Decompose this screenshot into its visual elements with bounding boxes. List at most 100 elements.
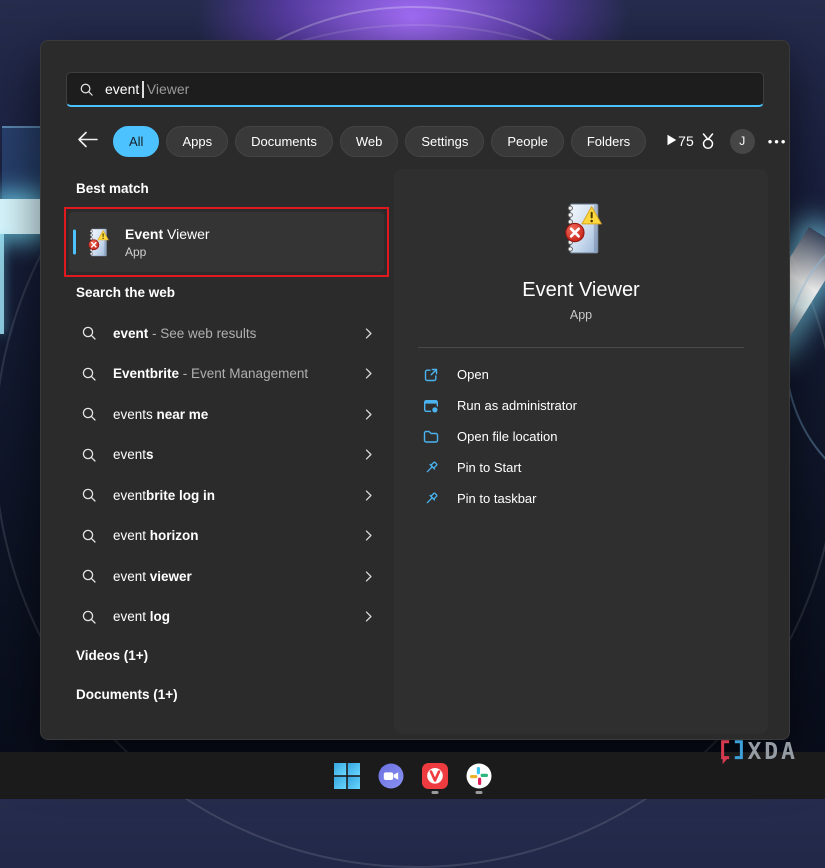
filter-tab-apps[interactable]: Apps <box>166 126 228 157</box>
chevron-right-icon <box>362 489 375 502</box>
filter-tab-folders[interactable]: Folders <box>571 126 646 157</box>
xda-text: XDA <box>747 739 798 765</box>
web-suggestion-row[interactable]: events near me <box>64 394 389 435</box>
web-suggestion-row[interactable]: event viewer <box>64 556 389 597</box>
videos-section-header: Videos (1+) <box>76 648 148 663</box>
best-match-title: Event Viewer <box>125 226 210 242</box>
open-file-location-icon <box>423 429 439 445</box>
suggestion-text: events <box>113 447 154 462</box>
search-icon <box>81 568 97 584</box>
action-open[interactable]: Open <box>423 359 744 390</box>
taskbar <box>0 752 825 799</box>
event-viewer-icon-large <box>557 199 606 258</box>
suggestion-text: event - See web results <box>113 326 256 341</box>
search-input[interactable]: eventViewer <box>66 72 764 107</box>
wallpaper-neon-rectangle <box>2 126 40 202</box>
back-arrow-icon <box>77 131 99 148</box>
web-suggestion-row[interactable]: Eventbrite - Event Management <box>64 354 389 395</box>
vivaldi-icon <box>422 763 448 789</box>
slack-icon <box>466 763 492 789</box>
selection-accent <box>73 230 76 255</box>
taskbar-chat-button[interactable] <box>377 756 405 796</box>
avatar-initial: J <box>739 134 745 148</box>
filter-tab-settings[interactable]: Settings <box>405 126 484 157</box>
web-suggestion-row[interactable]: event - See web results <box>64 313 389 354</box>
web-suggestions: event - See web results Eventbrite - Even… <box>64 313 389 637</box>
result-preview-panel: Event Viewer App Open Run as administrato… <box>394 169 768 734</box>
filter-tab-documents[interactable]: Documents <box>235 126 333 157</box>
best-match-result[interactable]: Event Viewer App <box>69 212 384 272</box>
chevron-right-icon <box>362 529 375 542</box>
search-suggestion-text: Viewer <box>147 81 190 97</box>
documents-section-header: Documents (1+) <box>76 687 178 702</box>
taskbar-vivaldi-button[interactable] <box>421 756 449 796</box>
user-avatar[interactable]: J <box>730 129 755 154</box>
taskbar-slack-button[interactable] <box>465 756 493 796</box>
play-icon <box>664 133 678 147</box>
best-match-header: Best match <box>76 181 149 196</box>
web-suggestion-row[interactable]: eventbrite log in <box>64 475 389 516</box>
web-suggestion-row[interactable]: event log <box>64 597 389 638</box>
pin-to-start-icon <box>423 460 439 476</box>
more-options-button[interactable]: ••• <box>768 134 788 149</box>
filter-tab-people[interactable]: People <box>491 126 563 157</box>
xda-brackets-icon <box>717 737 747 767</box>
best-match-text: Event Viewer App <box>125 226 210 259</box>
search-icon <box>81 487 97 503</box>
search-icon <box>79 82 94 97</box>
chat-icon <box>378 763 404 789</box>
wallpaper-neon-band-left <box>0 199 40 234</box>
best-match-subtitle: App <box>125 245 210 259</box>
search-icon <box>81 447 97 463</box>
xda-watermark: XDA <box>717 737 798 767</box>
action-open-file-location[interactable]: Open file location <box>423 421 744 452</box>
filter-tabs: AllAppsDocumentsWebSettingsPeople Folders <box>113 126 646 157</box>
preview-title: Event Viewer <box>522 279 639 302</box>
chevron-right-icon <box>362 408 375 421</box>
suggestion-text: event viewer <box>113 569 192 584</box>
search-icon <box>81 609 97 625</box>
preview-actions: Open Run as administrator Open file locati… <box>394 348 768 514</box>
back-button[interactable] <box>77 130 99 152</box>
search-icon <box>81 528 97 544</box>
windows-icon <box>334 763 360 789</box>
filter-tab-web[interactable]: Web <box>340 126 399 157</box>
search-icon <box>81 325 97 341</box>
open-icon <box>423 367 439 383</box>
search-icon <box>81 366 97 382</box>
web-suggestion-row[interactable]: events <box>64 435 389 476</box>
web-suggestion-row[interactable]: event horizon <box>64 516 389 557</box>
chevron-right-icon <box>362 367 375 380</box>
suggestion-text: eventbrite log in <box>113 488 215 503</box>
rewards-points: 75 <box>678 133 694 149</box>
event-viewer-icon <box>84 226 111 259</box>
filter-tab-all[interactable]: All <box>113 126 159 157</box>
search-the-web-header: Search the web <box>76 285 175 300</box>
filter-bar: AllAppsDocumentsWebSettingsPeople Folders… <box>77 125 769 157</box>
action-pin-to-start[interactable]: Pin to Start <box>423 452 744 483</box>
taskbar-windows-button[interactable] <box>333 756 361 796</box>
suggestion-text: event log <box>113 609 170 624</box>
running-indicator <box>431 791 438 794</box>
header-right-cluster: 75 J ••• <box>678 129 787 154</box>
search-flyout-panel: eventViewer AllAppsDocumentsWebSettingsP… <box>40 40 790 740</box>
rewards-button[interactable]: 75 <box>678 132 717 150</box>
running-indicator <box>475 791 482 794</box>
wallpaper-neon-line <box>0 234 4 334</box>
action-pin-to-taskbar[interactable]: Pin to taskbar <box>423 483 744 514</box>
text-cursor <box>142 81 144 98</box>
preview-subtitle: App <box>570 308 592 322</box>
action-label: Pin to taskbar <box>457 491 537 506</box>
action-label: Pin to Start <box>457 460 521 475</box>
action-label: Open <box>457 367 489 382</box>
suggestion-text: Eventbrite - Event Management <box>113 366 308 381</box>
action-run-as-administrator[interactable]: Run as administrator <box>423 390 744 421</box>
scroll-filters-button[interactable] <box>664 133 678 149</box>
chevron-right-icon <box>362 570 375 583</box>
chevron-right-icon <box>362 327 375 340</box>
action-label: Run as administrator <box>457 398 577 413</box>
action-label: Open file location <box>457 429 557 444</box>
search-icon <box>81 406 97 422</box>
suggestion-text: event horizon <box>113 528 199 543</box>
pin-to-taskbar-icon <box>423 491 439 507</box>
